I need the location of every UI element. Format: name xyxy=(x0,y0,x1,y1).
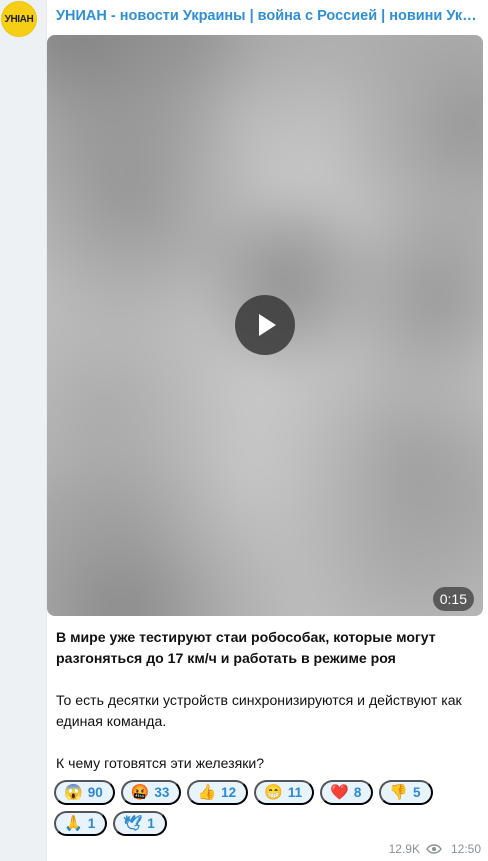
reaction-count: 1 xyxy=(147,815,155,831)
reaction-button[interactable]: 😱 90 xyxy=(54,780,115,805)
grinning-face-icon: 😁 xyxy=(264,784,283,801)
reaction-bar: 😱 90 🤬 33 👍 12 😁 11 ❤️ 8 👎 5 🙏 1 🕊 1 xyxy=(54,780,474,836)
post-meta: 12.9K 12:50 xyxy=(389,841,481,857)
channel-avatar[interactable]: УНІАН xyxy=(1,1,37,37)
post-paragraph-3: К чему готовятся эти железяки? xyxy=(56,755,265,771)
reaction-count: 12 xyxy=(221,784,237,800)
reaction-count: 5 xyxy=(413,784,421,800)
channel-title[interactable]: УНИАН - новости Украины | война с Россие… xyxy=(56,7,482,25)
reaction-button[interactable]: 😁 11 xyxy=(254,780,315,805)
video-duration: 0:15 xyxy=(432,587,474,611)
reaction-count: 90 xyxy=(87,784,103,800)
reaction-button[interactable]: 🤬 33 xyxy=(120,780,182,805)
message-feed: УНІАН УНИАН - новости Украины | война с … xyxy=(0,0,488,861)
play-icon xyxy=(259,314,276,336)
eye-icon xyxy=(426,844,442,854)
thumbs-down-icon: 👎 xyxy=(389,784,409,801)
reaction-count: 11 xyxy=(287,784,303,800)
screaming-face-icon: 😱 xyxy=(64,784,83,801)
post-text: В мире уже тестируют стаи робособак, кот… xyxy=(56,627,482,774)
pray-icon: 🙏 xyxy=(64,815,83,832)
view-count: 12.9K xyxy=(388,842,420,856)
heart-icon: ❤️ xyxy=(330,784,349,801)
channel-avatar-text: УНІАН xyxy=(4,13,34,25)
message-post: УНИАН - новости Украины | война с Россие… xyxy=(46,0,488,861)
dove-icon: 🕊 xyxy=(123,815,143,832)
video-preview[interactable]: 0:15 xyxy=(47,35,483,616)
post-lead: В мире уже тестируют стаи робособак, кот… xyxy=(56,629,436,666)
reaction-count: 1 xyxy=(87,815,96,831)
reaction-button[interactable]: 👎 5 xyxy=(379,780,433,805)
post-header: УНИАН - новости Украины | война с Россие… xyxy=(56,7,482,25)
reaction-count: 33 xyxy=(154,784,170,800)
reaction-button[interactable]: 🙏 1 xyxy=(54,811,108,836)
reaction-button[interactable]: 👍 12 xyxy=(187,780,249,805)
reaction-button[interactable]: ❤️ 8 xyxy=(320,780,374,805)
thumbs-up-icon: 👍 xyxy=(197,784,217,801)
post-paragraph-2: То есть десятки устройств синхронизируют… xyxy=(56,692,462,729)
angry-face-icon: 🤬 xyxy=(130,784,150,801)
reaction-count: 8 xyxy=(353,784,362,800)
post-time: 12:50 xyxy=(450,842,481,856)
play-button[interactable] xyxy=(235,295,295,355)
reaction-button[interactable]: 🕊 1 xyxy=(113,811,167,836)
